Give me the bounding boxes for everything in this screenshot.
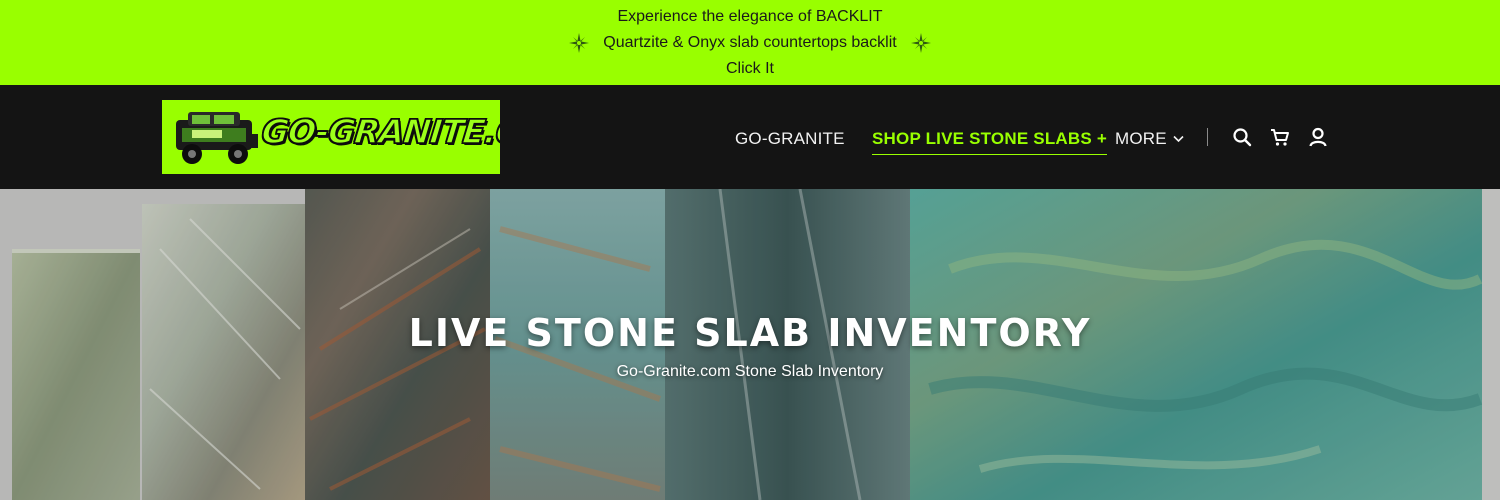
announcement-line-1[interactable]: Experience the elegance of BACKLIT: [617, 4, 882, 30]
announcement-line-2[interactable]: Quartzite & Onyx slab countertops backli…: [603, 30, 896, 56]
hero-title: LIVE STONE SLAB INVENTORY: [408, 311, 1092, 355]
announcement-bar: Experience the elegance of BACKLIT Quart…: [0, 0, 1500, 85]
nav-shop-live-stone-slabs[interactable]: SHOP LIVE STONE SLABS +: [872, 129, 1107, 155]
announcement-click-link[interactable]: Click It: [726, 56, 774, 82]
nav-divider: [1207, 128, 1208, 146]
site-header: GO-GRANITE.COM GO-GRANITE SHOP LIVE STON…: [0, 85, 1500, 189]
account-icon[interactable]: [1308, 127, 1328, 147]
sparkle-icon: [569, 32, 590, 53]
logo-wordmark: GO-GRANITE.COM: [259, 111, 500, 152]
hero-subtitle: Go-Granite.com Stone Slab Inventory: [616, 363, 884, 380]
chevron-down-icon: [1173, 135, 1184, 143]
jeep-logo-icon: [176, 112, 258, 164]
cart-icon[interactable]: [1270, 127, 1290, 147]
nav-go-granite[interactable]: GO-GRANITE: [735, 129, 845, 149]
announcement-line-2-row: Quartzite & Onyx slab countertops backli…: [569, 30, 931, 56]
sparkle-icon: [910, 32, 931, 53]
nav-more[interactable]: MORE: [1115, 129, 1184, 149]
hero-banner: LIVE STONE SLAB INVENTORY Go-Granite.com…: [0, 189, 1500, 500]
search-icon[interactable]: [1232, 127, 1252, 147]
site-logo[interactable]: GO-GRANITE.COM: [162, 100, 500, 174]
nav-more-label: MORE: [1115, 129, 1167, 148]
